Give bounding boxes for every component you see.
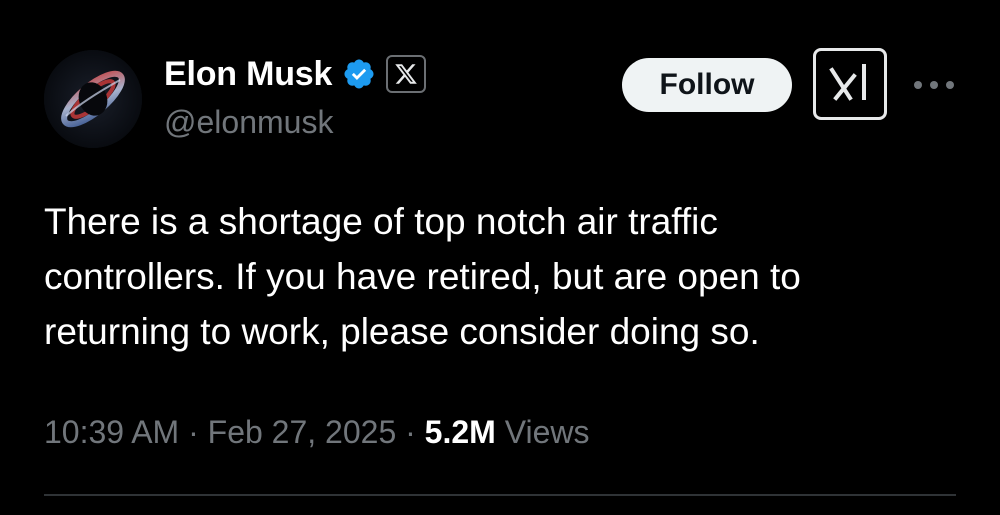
views-label: Views: [504, 414, 590, 450]
x-logo-icon[interactable]: [386, 55, 427, 93]
divider: [44, 494, 956, 496]
tweet-time[interactable]: 10:39 AM: [44, 414, 179, 450]
meta-separator: ·: [188, 414, 199, 450]
meta-separator: ·: [405, 414, 416, 450]
avatar[interactable]: [44, 50, 142, 148]
author-handle[interactable]: @elonmusk: [164, 100, 333, 144]
verified-badge-icon[interactable]: [342, 57, 376, 91]
grok-icon[interactable]: [813, 48, 887, 120]
tweet: Elon Musk @elonmusk Follow There is a sh…: [0, 0, 1000, 515]
author-display-name[interactable]: Elon Musk: [164, 52, 332, 96]
tweet-text: There is a shortage of top notch air tra…: [44, 201, 801, 352]
avatar-image: [44, 50, 142, 148]
tweet-meta: 10:39 AM · Feb 27, 2025 · 5.2M Views: [44, 410, 589, 454]
more-options-icon[interactable]: [910, 70, 958, 100]
tweet-date[interactable]: Feb 27, 2025: [208, 414, 397, 450]
author-name-row: Elon Musk: [164, 52, 427, 96]
follow-button[interactable]: Follow: [622, 58, 792, 112]
views-count[interactable]: 5.2M: [425, 414, 496, 450]
